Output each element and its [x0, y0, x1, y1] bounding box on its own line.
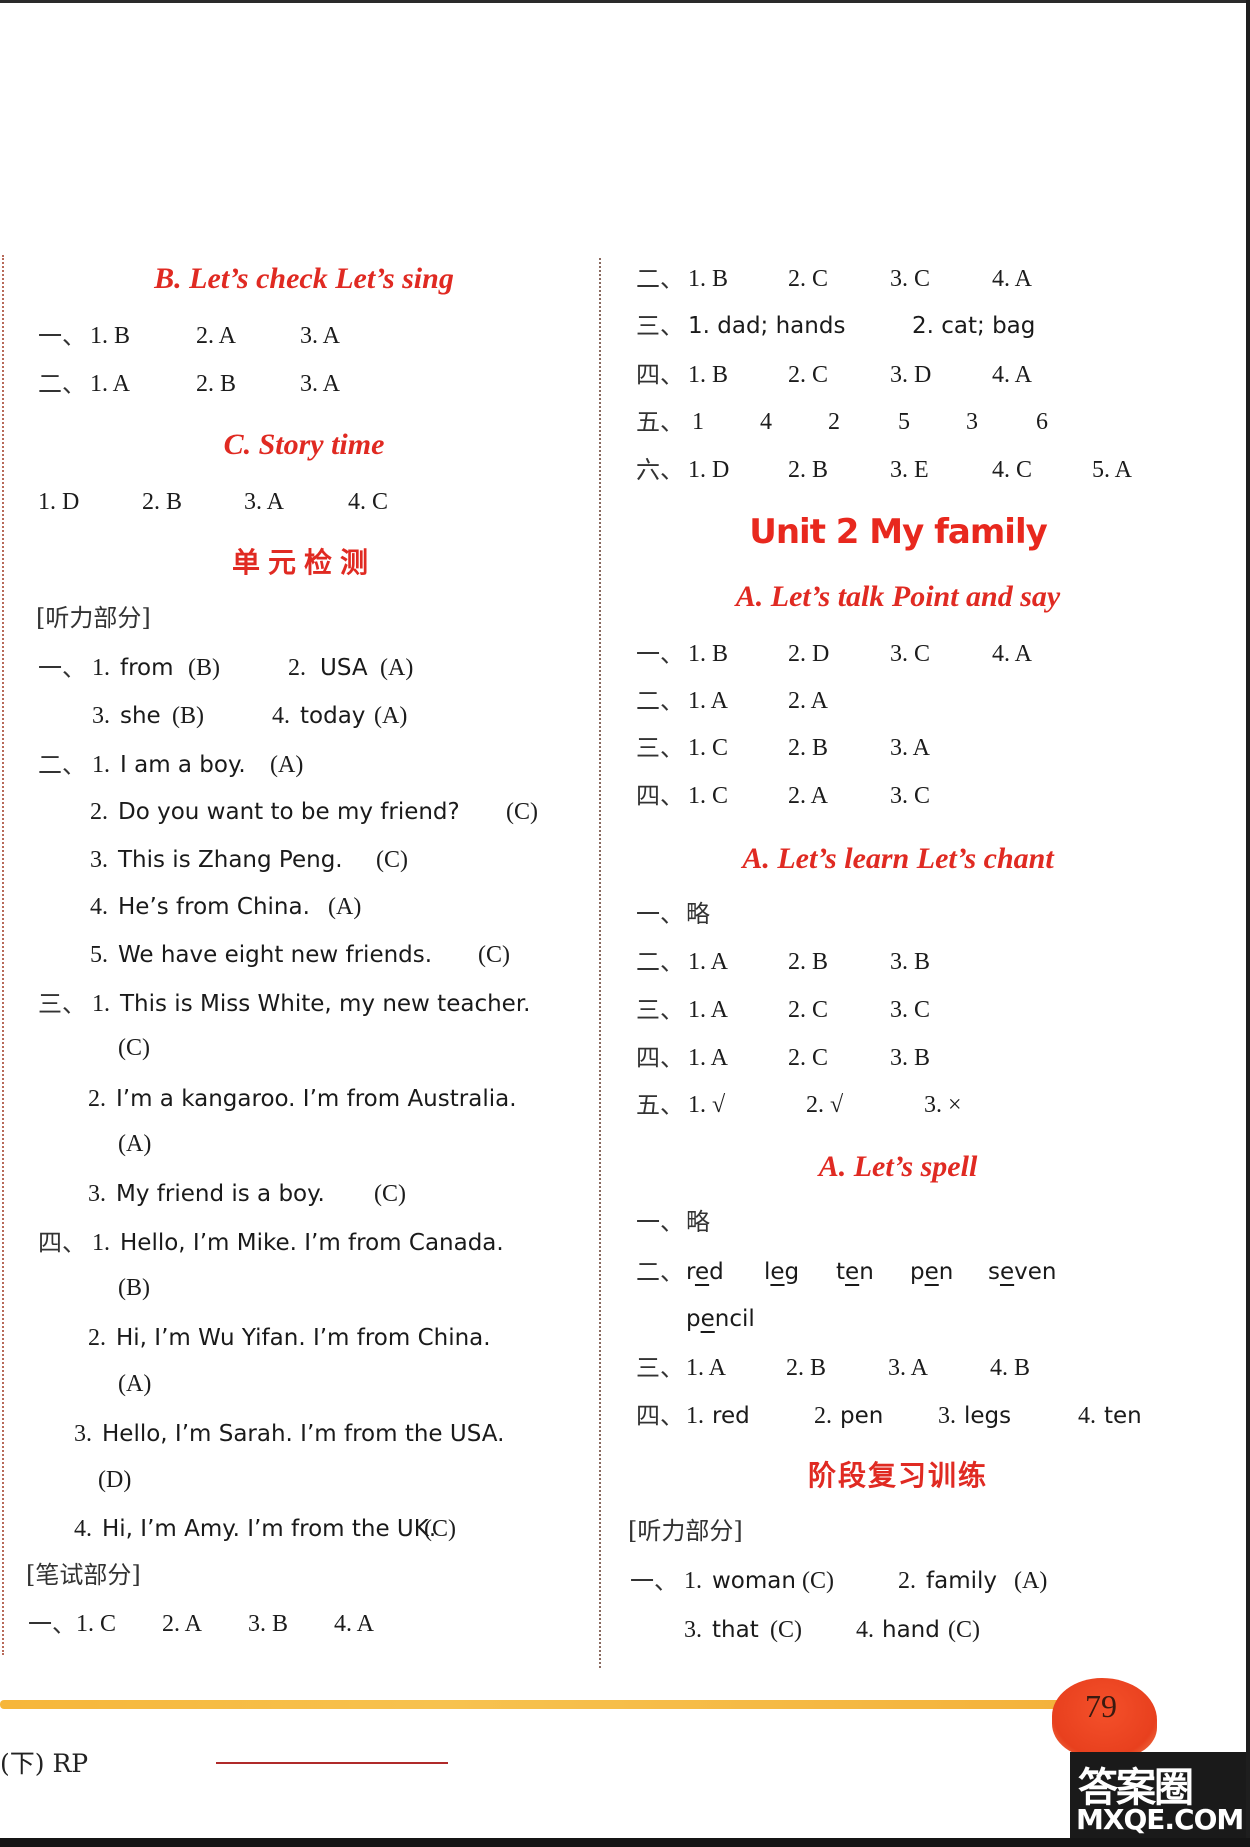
left-margin-divider	[2, 255, 4, 1655]
written-part-label: [笔试部分]	[26, 1561, 141, 1589]
edition-label: (下) RP	[0, 1749, 89, 1778]
scan-top-edge	[0, 0, 1250, 3]
section-heading-unit-test: 单元检测	[231, 546, 377, 579]
spell-word: red	[686, 1259, 724, 1285]
section-heading-lets-talk: A. Let’s talk Point and say	[735, 580, 1061, 613]
footer-orange-rule	[0, 1700, 1110, 1709]
spell-word: seven	[988, 1259, 1057, 1285]
unit-title: Unit 2 My family	[749, 512, 1048, 552]
watermark-text-en: MXQE.COM	[1076, 1803, 1244, 1836]
listening-part-label: [听力部分]	[36, 604, 151, 632]
section-heading-story-time: C. Story time	[223, 428, 385, 461]
column-divider	[599, 258, 601, 1668]
section-heading-lets-learn: A. Let’s learn Let’s chant	[742, 842, 1054, 875]
spell-word: ten	[836, 1259, 874, 1285]
section-heading-review: 阶段复习训练	[807, 1459, 989, 1492]
spell-word: pencil	[686, 1306, 755, 1332]
spell-word: pen	[910, 1259, 954, 1285]
review-listening-label: [听力部分]	[628, 1517, 743, 1545]
section-heading-b-check: B. Let’s check Let’s sing	[154, 262, 454, 295]
section-heading-lets-spell: A. Let’s spell	[818, 1150, 978, 1183]
spell-word: leg	[764, 1259, 800, 1285]
scan-right-edge	[1246, 0, 1250, 1847]
page-number: 79	[1085, 1688, 1117, 1724]
scan-bottom-edge	[0, 1838, 1250, 1847]
footer-red-rule	[216, 1762, 448, 1764]
